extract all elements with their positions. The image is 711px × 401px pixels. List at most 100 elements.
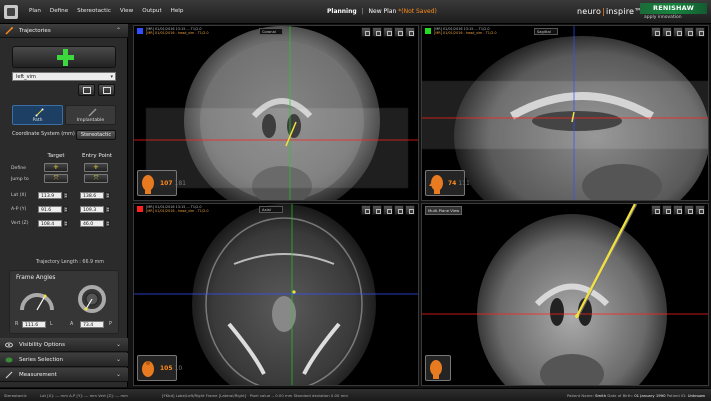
expand-icon[interactable]: ⌄ (116, 356, 121, 363)
entry-lat-input[interactable]: 138.6 (80, 192, 104, 199)
multi-plane-view-label: Multi-Plane View (425, 206, 463, 215)
frame-angles-panel: Frame Angles R 111.6 L A 73.4 P (9, 270, 119, 334)
entry-lat-stepper[interactable] (105, 192, 110, 199)
tab-path[interactable]: Path (12, 105, 63, 125)
coronal-orientation-select[interactable]: Coronal (259, 28, 283, 35)
pan-icon[interactable] (383, 205, 393, 215)
target-vert-stepper[interactable] (63, 220, 68, 227)
zoom-icon[interactable] (662, 27, 672, 37)
target-lat-stepper[interactable] (63, 192, 68, 199)
axial-slice-badge: 105 10 (137, 355, 182, 381)
dob-label: Date of Birth: (607, 393, 633, 398)
title-bar: Plan Define Stereotactic View Output Hel… (0, 0, 711, 24)
patient-id-label: Patient ID: (666, 393, 687, 398)
entry-vert-input[interactable]: 46.0 (80, 220, 104, 227)
company-name: RENISHAW (640, 3, 707, 14)
trajectory-length: Trajectory Length : 66.9 mm (36, 260, 104, 265)
reset-icon[interactable] (394, 27, 404, 37)
zoom-icon[interactable] (662, 205, 672, 215)
arc-angle-dial[interactable] (76, 283, 108, 315)
target-vert-input[interactable]: 108.4 (38, 220, 62, 227)
notes-button[interactable] (78, 84, 95, 96)
menu-view[interactable]: View (120, 8, 133, 14)
coordinate-system-label: Coordinate System (mm) (12, 131, 75, 137)
ap-label: A-P (Y) (11, 207, 27, 212)
reset-icon[interactable] (684, 27, 694, 37)
coronal-series-info: [MR] 01/01/2016 13:15 ... T1/2.0 [MR] 01… (146, 27, 208, 35)
ring-angle-input[interactable]: 111.6 (22, 321, 46, 328)
ring-angle-dial[interactable] (18, 284, 56, 314)
series-selection-header[interactable]: Series Selection ⌄ (0, 353, 128, 367)
measurement-header[interactable]: Measurement ⌄ (0, 368, 128, 382)
ring-r-label: R (15, 322, 19, 327)
define-target-button[interactable]: ✛ (44, 163, 68, 172)
coronal-viewport-header: [MR] 01/01/2016 13:15 ... T1/2.0 [MR] 01… (134, 26, 418, 38)
visibility-options-header[interactable]: Visibility Options ⌄ (0, 338, 128, 352)
menu-plan[interactable]: Plan (29, 8, 41, 14)
maximize-icon[interactable] (405, 27, 415, 37)
visibility-button[interactable] (98, 84, 115, 96)
define-entry-button[interactable]: ✛ (84, 163, 108, 172)
target-ap-input[interactable]: 91.6 (38, 206, 62, 213)
expand-icon[interactable]: ⌄ (116, 371, 121, 378)
zoom-icon[interactable] (372, 205, 382, 215)
multi-plane-toolbar (651, 205, 705, 215)
entry-ap-input[interactable]: 109.3 (80, 206, 104, 213)
zoom-icon[interactable] (372, 27, 382, 37)
window-level-icon[interactable] (651, 27, 661, 37)
menu-output[interactable]: Output (142, 8, 161, 14)
mode-tabs: Path Implantable (12, 105, 116, 125)
pan-icon[interactable] (383, 27, 393, 37)
target-lat-input[interactable]: 113.9 (38, 192, 62, 199)
brand-bar: | (602, 7, 605, 16)
ruler-icon (5, 371, 13, 379)
expand-icon[interactable]: ⌄ (116, 341, 121, 348)
implantable-icon (88, 108, 97, 117)
visibility-options-label: Visibility Options (19, 342, 66, 348)
pan-icon[interactable] (673, 205, 683, 215)
plan-name: New Plan (368, 8, 397, 15)
window-level-icon[interactable] (361, 205, 371, 215)
target-header: Target (47, 153, 65, 159)
jump-entry-button[interactable]: ⤧ (84, 174, 108, 183)
app-logo-icon[interactable] (4, 5, 18, 19)
path-icon (35, 108, 44, 117)
collapse-icon[interactable]: ⌃ (116, 27, 121, 34)
menu-help[interactable]: Help (171, 8, 184, 14)
axial-viewport[interactable]: [MR] 01/01/2016 13:15 ... T1/2.0 [MR] 01… (133, 203, 419, 386)
add-trajectory-button[interactable] (12, 46, 116, 68)
entry-ap-stepper[interactable] (105, 206, 110, 213)
reset-icon[interactable] (394, 205, 404, 215)
entry-vert-stepper[interactable] (105, 220, 110, 227)
eye-icon (5, 342, 13, 348)
trajectory-panel: Trajectories ⌃ left_vim ▾ Path Implantab… (0, 24, 128, 387)
multi-plane-3d-image[interactable] (422, 204, 709, 386)
sagittal-orientation-select[interactable]: Sagittal (534, 28, 558, 35)
maximize-icon[interactable] (695, 27, 705, 37)
reset-icon[interactable] (684, 205, 694, 215)
patient-id: Unknown (687, 393, 706, 398)
axial-orientation-select[interactable]: Axial (259, 206, 283, 213)
multi-plane-viewport[interactable]: Multi-Plane View (421, 203, 709, 386)
tab-implantable[interactable]: Implantable (65, 105, 116, 125)
coordinate-system-button[interactable]: Stereotactic (76, 130, 116, 140)
menu-define[interactable]: Define (50, 8, 68, 14)
window-level-icon[interactable] (651, 205, 661, 215)
plan-title: Planning | New Plan *(Not Saved) (327, 8, 437, 15)
menu-stereotactic[interactable]: Stereotactic (77, 8, 111, 14)
sagittal-mri-image[interactable] (422, 26, 709, 201)
window-level-icon[interactable] (361, 27, 371, 37)
pan-icon[interactable] (673, 27, 683, 37)
jump-target-button[interactable]: ⤧ (44, 174, 68, 183)
target-ap-stepper[interactable] (63, 206, 68, 213)
renishaw-logo: RENISHAW apply innovation (640, 3, 707, 21)
coronal-viewport[interactable]: [MR] 01/01/2016 13:15 ... T1/2.0 [MR] 01… (133, 25, 419, 201)
maximize-icon[interactable] (695, 205, 705, 215)
define-label: Define (11, 166, 26, 171)
maximize-icon[interactable] (405, 205, 415, 215)
arc-angle-input[interactable]: 73.4 (80, 321, 104, 328)
trajectory-select[interactable]: left_vim ▾ (12, 72, 116, 81)
trajectories-header[interactable]: Trajectories ⌃ (0, 24, 128, 38)
frame-angles-title: Frame Angles (16, 275, 56, 281)
sagittal-viewport[interactable]: [MR] 01/01/2016 13:15 ... T1/2.0 [MR] 01… (421, 25, 709, 201)
